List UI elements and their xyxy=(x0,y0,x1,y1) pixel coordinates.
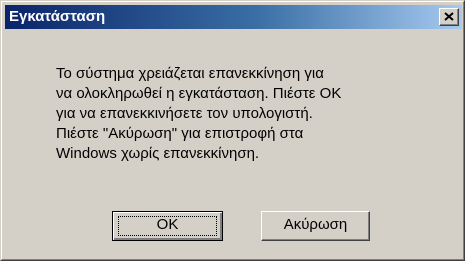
message-line: για να επανεκκινήσετε τον υπολογιστή. xyxy=(56,105,313,122)
close-icon xyxy=(444,12,454,21)
message-text: Το σύστημα χρειάζεται επανεκκίνηση για ν… xyxy=(56,64,436,164)
ok-button[interactable]: OK xyxy=(112,211,223,241)
message-line: Windows χωρίς επανεκκίνηση. xyxy=(56,145,260,162)
window-title: Εγκατάσταση xyxy=(9,8,106,25)
message-line: Πιέστε "Ακύρωση" για επιστροφή στα xyxy=(56,125,304,142)
focus-rectangle xyxy=(118,216,217,236)
dialog-window: Εγκατάσταση Το σύστημα χρειάζεται επανεκ… xyxy=(0,0,465,261)
cancel-button[interactable]: Ακύρωση xyxy=(261,211,370,241)
dialog-frame: Εγκατάσταση Το σύστημα χρειάζεται επανεκ… xyxy=(1,1,464,260)
cancel-button-label: Ακύρωση xyxy=(283,216,348,233)
message-line: Το σύστημα χρειάζεται επανεκκίνηση για xyxy=(56,65,324,82)
message-line: να ολοκληρωθεί η εγκατάσταση. Πιέστε ΟΚ xyxy=(56,85,342,102)
title-bar[interactable]: Εγκατάσταση xyxy=(5,5,462,29)
close-button[interactable] xyxy=(439,8,459,26)
